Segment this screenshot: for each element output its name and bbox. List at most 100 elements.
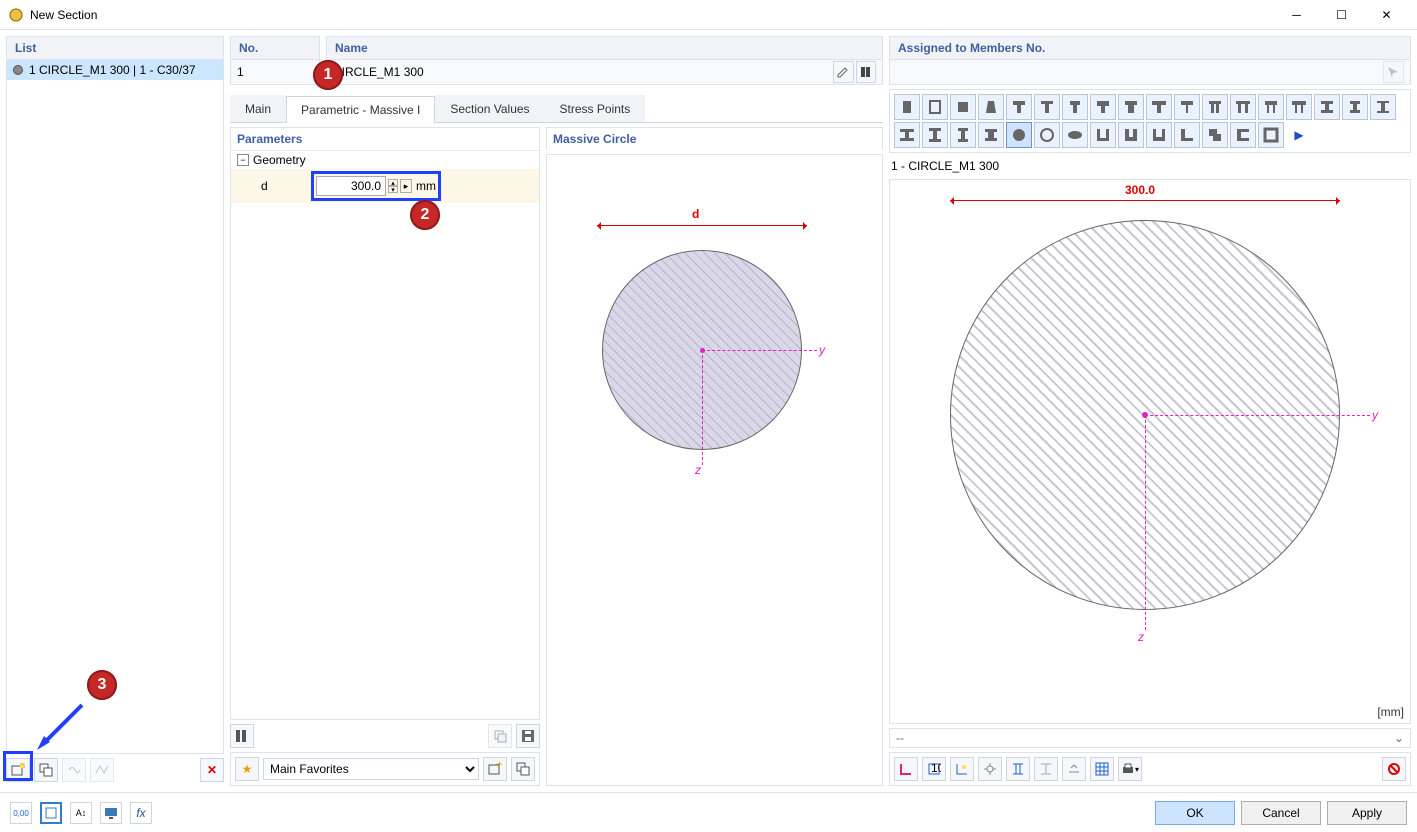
callout-3-arrow <box>32 700 92 755</box>
shape-pi3[interactable] <box>1258 94 1284 120</box>
name-input[interactable] <box>333 65 831 79</box>
footer-ai-icon[interactable]: A↕ <box>70 802 92 824</box>
shape-l1[interactable] <box>1174 122 1200 148</box>
shape-pi1[interactable] <box>1202 94 1228 120</box>
shape-pi4[interactable] <box>1286 94 1312 120</box>
app-icon <box>8 7 24 23</box>
param-d-spinner[interactable]: ▴▾ <box>388 179 398 193</box>
no-input-wrap <box>230 59 320 85</box>
right-tool-2[interactable]: 100 <box>922 757 946 781</box>
list-panel-label: List <box>6 36 224 59</box>
tab-section-values[interactable]: Section Values <box>435 95 544 122</box>
right-tool-3[interactable] <box>950 757 974 781</box>
minimize-button[interactable]: ─ <box>1274 0 1319 30</box>
shape-trapezoid[interactable] <box>978 94 1004 120</box>
shape-i1[interactable] <box>1314 94 1340 120</box>
shape-u3[interactable] <box>1146 122 1172 148</box>
toolbar-btn-4[interactable] <box>90 758 114 782</box>
shape-rect-hollow[interactable] <box>922 94 948 120</box>
shape-more-button[interactable]: ▶ <box>1286 122 1312 148</box>
right-status-row: -- ⌄ <box>889 728 1411 748</box>
param-d-more-button[interactable]: ▸ <box>400 179 412 193</box>
status-dropdown-icon[interactable]: ⌄ <box>1394 731 1404 745</box>
favorites-copy-button[interactable] <box>511 757 535 781</box>
collapse-icon[interactable]: − <box>237 154 249 166</box>
preview-axis-y: y <box>819 343 825 357</box>
shape-z1[interactable] <box>1202 122 1228 148</box>
footer-numeric-icon[interactable]: 0,00 <box>10 802 32 824</box>
assigned-pick-button[interactable] <box>1383 61 1404 83</box>
maximize-button[interactable]: ☐ <box>1319 0 1364 30</box>
right-tool-6[interactable] <box>1034 757 1058 781</box>
tab-parametric[interactable]: Parametric - Massive I <box>286 96 435 123</box>
right-tool-8[interactable] <box>1090 757 1114 781</box>
parameters-label: Parameters <box>231 128 539 151</box>
preview-title: Massive Circle <box>546 127 883 150</box>
list-item[interactable]: 1 CIRCLE_M1 300 | 1 - C30/37 <box>7 60 223 80</box>
assigned-input[interactable] <box>896 65 1381 79</box>
right-tool-reset[interactable] <box>1382 757 1406 781</box>
shape-rect-solid[interactable] <box>894 94 920 120</box>
ok-button[interactable]: OK <box>1155 801 1235 825</box>
params-save-button[interactable] <box>516 724 540 748</box>
close-button[interactable]: ✕ <box>1364 0 1409 30</box>
shape-u1[interactable] <box>1090 122 1116 148</box>
delete-section-button[interactable]: ✕ <box>200 758 224 782</box>
right-tool-4[interactable] <box>978 757 1002 781</box>
preview-axis-z: z <box>695 463 701 477</box>
shape-t3[interactable] <box>1062 94 1088 120</box>
copy-section-button[interactable] <box>34 758 58 782</box>
tab-stress-points[interactable]: Stress Points <box>545 95 646 122</box>
cancel-button[interactable]: Cancel <box>1241 801 1321 825</box>
footer-view-icon[interactable] <box>40 802 62 824</box>
shape-circle-solid[interactable] <box>1006 122 1032 148</box>
right-tool-5[interactable] <box>1006 757 1030 781</box>
favorites-row: ★ Main Favorites + <box>230 752 540 786</box>
shape-t1[interactable] <box>1006 94 1032 120</box>
list-panel: 1 CIRCLE_M1 300 | 1 - C30/37 <box>6 59 224 754</box>
geometry-node[interactable]: − Geometry <box>231 151 539 169</box>
footer-screen-icon[interactable] <box>100 802 122 824</box>
shape-t6[interactable] <box>1146 94 1172 120</box>
shape-t2[interactable] <box>1034 94 1060 120</box>
right-tool-print[interactable]: ▾ <box>1118 757 1142 781</box>
shape-i3[interactable] <box>1370 94 1396 120</box>
shape-ellipse[interactable] <box>1062 122 1088 148</box>
shape-c1[interactable] <box>1230 122 1256 148</box>
favorites-new-button[interactable]: + <box>483 757 507 781</box>
edit-name-button[interactable] <box>833 61 853 83</box>
right-axis-z: z <box>1138 630 1144 644</box>
shape-u2[interactable] <box>1118 122 1144 148</box>
apply-button[interactable]: Apply <box>1327 801 1407 825</box>
shape-t4[interactable] <box>1090 94 1116 120</box>
tab-main[interactable]: Main <box>230 95 286 122</box>
svg-text:100: 100 <box>931 762 941 775</box>
shape-t5[interactable] <box>1118 94 1144 120</box>
params-library-button[interactable] <box>230 724 254 748</box>
shape-box1[interactable] <box>1258 122 1284 148</box>
shape-square[interactable] <box>950 94 976 120</box>
shape-i6[interactable] <box>950 122 976 148</box>
shape-i7[interactable] <box>978 122 1004 148</box>
no-input[interactable] <box>237 65 313 79</box>
footer-fx-icon[interactable]: fx <box>130 802 152 824</box>
shape-pi2[interactable] <box>1230 94 1256 120</box>
right-dim-value: 300.0 <box>1125 183 1155 197</box>
library-name-button[interactable] <box>856 61 876 83</box>
favorites-select[interactable]: Main Favorites <box>263 758 479 780</box>
shape-t7[interactable] <box>1174 94 1200 120</box>
favorites-star-button[interactable]: ★ <box>235 757 259 781</box>
shape-i5[interactable] <box>922 122 948 148</box>
shape-i2[interactable] <box>1342 94 1368 120</box>
shape-circle-hollow[interactable] <box>1034 122 1060 148</box>
app-footer-toolbar: 0,00 A↕ fx <box>10 802 152 824</box>
toolbar-btn-3[interactable] <box>62 758 86 782</box>
right-toolbar: 100 ▾ <box>889 752 1411 786</box>
assigned-label: Assigned to Members No. <box>889 36 1411 59</box>
param-d-input[interactable] <box>316 176 386 196</box>
list-item-text: 1 CIRCLE_M1 300 | 1 - C30/37 <box>29 63 196 77</box>
right-tool-1[interactable] <box>894 757 918 781</box>
shape-i4[interactable] <box>894 122 920 148</box>
params-copy-button[interactable] <box>488 724 512 748</box>
right-tool-7[interactable] <box>1062 757 1086 781</box>
